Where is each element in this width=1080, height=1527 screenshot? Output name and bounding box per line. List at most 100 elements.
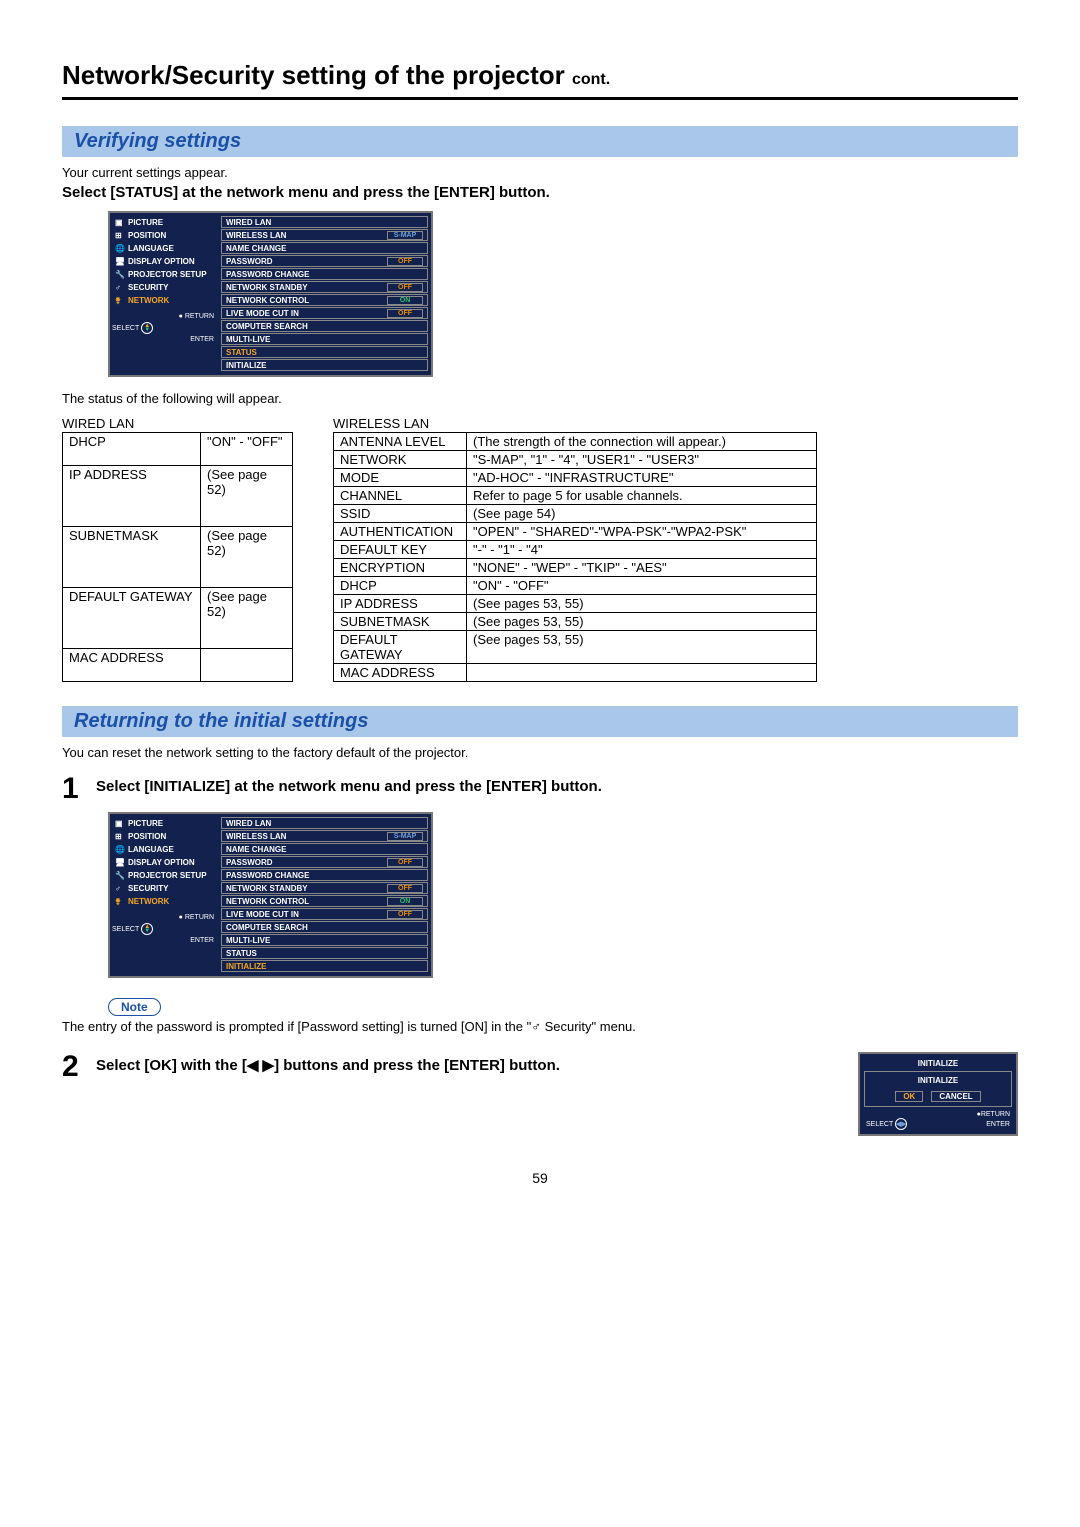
panel-value: ON	[387, 296, 423, 305]
panel-row[interactable]: PASSWORD CHANGE	[221, 268, 428, 280]
menu-left-nav-2: ▣PICTURE⊞POSITION🌐LANGUAGE🖥DISPLAY OPTIO…	[110, 814, 218, 976]
note-label: Note	[108, 998, 161, 1016]
nav-item[interactable]: ⊞POSITION	[110, 830, 218, 843]
table-row: SUBNETMASK(See page 52)	[63, 527, 293, 588]
table-row: DHCP"ON" - "OFF"	[63, 433, 293, 466]
table-cell: (The strength of the connection will app…	[467, 433, 817, 451]
table-cell: "S-MAP", "1" - "4", "USER1" - "USER3"	[467, 451, 817, 469]
panel-label: PASSWORD	[226, 257, 387, 266]
table-cell: (See page 52)	[201, 587, 293, 648]
nav-item[interactable]: ▣PICTURE	[110, 817, 218, 830]
panel-row[interactable]: WIRELESS LANS-MAP	[221, 229, 428, 241]
panel-row[interactable]: COMPUTER SEARCH	[221, 320, 428, 332]
title-main: Network/Security setting of the projecto…	[62, 60, 565, 90]
panel-row[interactable]: PASSWORDOFF	[221, 255, 428, 267]
reset-intro: You can reset the network setting to the…	[62, 745, 1018, 760]
nav-item[interactable]: ♂SECURITY	[110, 882, 218, 895]
initialize-dialog: INITIALIZE INITIALIZE OK CANCEL ● RETURN…	[858, 1052, 1018, 1136]
table-row: ENCRYPTION"NONE" - "WEP" - "TKIP" - "AES…	[334, 559, 817, 577]
nav-item[interactable]: ⊞POSITION	[110, 229, 218, 242]
nav-item[interactable]: 🌐LANGUAGE	[110, 242, 218, 255]
table-row: MAC ADDRESS	[334, 664, 817, 682]
menu-left-nav: ▣PICTURE⊞POSITION🌐LANGUAGE🖥DISPLAY OPTIO…	[110, 213, 218, 375]
dialog-cancel-button[interactable]: CANCEL	[931, 1091, 980, 1102]
nav-label: DISPLAY OPTION	[128, 257, 195, 266]
panel-label: LIVE MODE CUT IN	[226, 309, 387, 318]
nav-item[interactable]: 🔧PROJECTOR SETUP	[110, 869, 218, 882]
step-1: 1 Select [INITIALIZE] at the network men…	[62, 774, 1018, 804]
nav-label: NETWORK	[128, 897, 169, 906]
select-hint: SELECT▲▼	[110, 322, 218, 336]
nav-item[interactable]: 🖥DISPLAY OPTION	[110, 255, 218, 268]
left-arrow-icon: ◀	[247, 1057, 263, 1074]
panel-row[interactable]: COMPUTER SEARCH	[221, 921, 428, 933]
nav-item[interactable]: ⚵NETWORK	[110, 294, 218, 307]
menu-right-panel-init: WIRED LANWIRELESS LANS-MAP NAME CHANGE PAS…	[218, 814, 431, 976]
panel-row[interactable]: MULTI-LIVE	[221, 333, 428, 345]
panel-label: NAME CHANGE	[226, 845, 423, 854]
menu-right-panel-status: WIRED LAN WIRELESS LANS-MAP NAME CHANGE PAS…	[218, 213, 431, 375]
panel-value: S-MAP	[387, 231, 423, 240]
panel-row[interactable]: WIRED LAN	[221, 817, 428, 829]
table-cell: "-" - "1" - "4"	[467, 541, 817, 559]
panel-label: STATUS	[226, 348, 423, 357]
section-returning: Returning to the initial settings	[62, 706, 1018, 737]
nav-item[interactable]: ⚵NETWORK	[110, 895, 218, 908]
panel-row[interactable]: INITIALIZE	[221, 960, 428, 972]
table-cell: ANTENNA LEVEL	[334, 433, 467, 451]
panel-row[interactable]: INITIALIZE	[221, 359, 428, 371]
panel-row[interactable]: NAME CHANGE	[221, 843, 428, 855]
nav-label: POSITION	[128, 231, 166, 240]
panel-row[interactable]: NETWORK STANDBYOFF	[221, 882, 428, 894]
enter-hint: ENTER	[110, 336, 218, 343]
nav-label: SECURITY	[128, 283, 168, 292]
panel-row[interactable]: PASSWORDOFF	[221, 856, 428, 868]
table-cell: (See pages 53, 55)	[467, 595, 817, 613]
table-cell: MAC ADDRESS	[334, 664, 467, 682]
table-cell: SSID	[334, 505, 467, 523]
table-cell: CHANNEL	[334, 487, 467, 505]
panel-label: MULTI-LIVE	[226, 335, 423, 344]
panel-row[interactable]: LIVE MODE CUT INOFF	[221, 908, 428, 920]
panel-value: OFF	[387, 858, 423, 867]
table-row: IP ADDRESS(See pages 53, 55)	[334, 595, 817, 613]
panel-row[interactable]: NETWORK CONTROLON	[221, 895, 428, 907]
return-hint: ● RETURN	[110, 908, 218, 923]
table-cell: (See page 54)	[467, 505, 817, 523]
panel-row[interactable]: NAME CHANGE	[221, 242, 428, 254]
panel-row[interactable]: WIRELESS LANS-MAP	[221, 830, 428, 842]
verify-instruction: Select [STATUS] at the network menu and …	[62, 184, 1018, 201]
right-arrow-icon: ▶	[263, 1057, 275, 1074]
table-cell: "AD-HOC" - "INFRASTRUCTURE"	[467, 469, 817, 487]
status-tables: WIRED LAN DHCP"ON" - "OFF"IP ADDRESS(See…	[62, 416, 1018, 682]
table-cell: DHCP	[334, 577, 467, 595]
table-cell: SUBNETMASK	[63, 527, 201, 588]
panel-row[interactable]: STATUS	[221, 947, 428, 959]
nav-item[interactable]: 🖥DISPLAY OPTION	[110, 856, 218, 869]
panel-row[interactable]: STATUS	[221, 346, 428, 358]
nav-label: PROJECTOR SETUP	[128, 270, 207, 279]
table-row: CHANNELRefer to page 5 for usable channe…	[334, 487, 817, 505]
panel-label: MULTI-LIVE	[226, 936, 423, 945]
nav-item[interactable]: ♂SECURITY	[110, 281, 218, 294]
dialog-ok-button[interactable]: OK	[895, 1091, 923, 1102]
panel-label: NETWORK STANDBY	[226, 283, 387, 292]
nav-icon: 🌐	[115, 244, 125, 253]
panel-row[interactable]: NETWORK STANDBYOFF	[221, 281, 428, 293]
note-text-a: The entry of the password is prompted if…	[62, 1019, 531, 1034]
panel-row[interactable]: LIVE MODE CUT INOFF	[221, 307, 428, 319]
nav-label: LANGUAGE	[128, 244, 174, 253]
nav-item[interactable]: ▣PICTURE	[110, 216, 218, 229]
table-row: SUBNETMASK(See pages 53, 55)	[334, 613, 817, 631]
table-cell: (See pages 53, 55)	[467, 613, 817, 631]
nav-item[interactable]: 🔧PROJECTOR SETUP	[110, 268, 218, 281]
panel-row[interactable]: MULTI-LIVE	[221, 934, 428, 946]
table-row: MAC ADDRESS	[63, 648, 293, 681]
panel-row[interactable]: WIRED LAN	[221, 216, 428, 228]
panel-row[interactable]: PASSWORD CHANGE	[221, 869, 428, 881]
step-2-text: Select [OK] with the [◀ ▶] buttons and p…	[96, 1052, 838, 1082]
panel-label: NAME CHANGE	[226, 244, 423, 253]
nav-item[interactable]: 🌐LANGUAGE	[110, 843, 218, 856]
panel-label: WIRED LAN	[226, 218, 423, 227]
panel-row[interactable]: NETWORK CONTROLON	[221, 294, 428, 306]
